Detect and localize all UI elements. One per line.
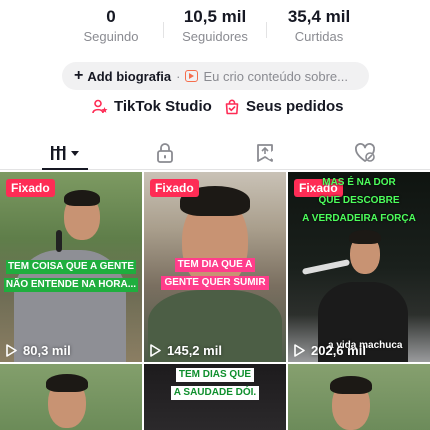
tab-reposts[interactable] [240,140,290,166]
pinned-badge: Fixado [150,179,199,197]
person-figure [0,364,142,430]
profile-stats: 0 Seguindo 10,5 mil Seguidores 35,4 mil … [0,6,430,50]
likes-stat[interactable]: 35,4 mil Curtidas [264,6,374,46]
tab-videos[interactable] [40,140,90,166]
followers-stat[interactable]: 10,5 mil Seguidores [160,6,270,46]
following-label: Seguindo [83,29,139,44]
video-caption-line: A SAUDADE DÓI. [170,386,260,400]
pinned-badge: Fixado [6,179,55,197]
video-caption-line: TEM DIAS QUE [175,368,255,382]
repost-icon [257,144,276,162]
view-count-value: 80,3 mil [23,343,71,358]
video-thumbnail[interactable]: Fixado TEM COISA QUE A GENTE NÃO ENTENDE… [0,172,142,362]
video-caption-line: GENTE QUER SUMIR [161,276,269,290]
shopping-bag-icon [225,99,239,114]
orders-label: Seus pedidos [246,98,344,115]
likes-count: 35,4 mil [287,7,351,26]
play-icon [294,344,305,357]
view-count: 145,2 mil [150,343,222,358]
play-icon [6,344,17,357]
video-caption-line: TEM DIA QUE A [174,258,256,272]
video-caption-line: QUE DESCOBRE [318,195,400,206]
view-count-value: 202,6 mil [311,343,366,358]
play-icon [150,344,161,357]
video-grid: Fixado TEM COISA QUE A GENTE NÃO ENTENDE… [0,172,430,430]
video-thumbnail[interactable]: Fixado MAS É NA DOR QUE DESCOBRE A VERDA… [288,172,430,362]
plus-icon: + [74,67,84,84]
video-thumbnail[interactable] [288,364,430,430]
bio-suggestion-text: Eu crio conteúdo sobre... [203,68,348,84]
creator-play-icon [185,70,199,82]
video-caption-line: TEM COISA QUE A GENTE [5,260,137,274]
view-count-value: 145,2 mil [167,343,222,358]
tiktok-studio-link[interactable]: TikTok Studio [92,98,212,115]
video-thumbnail[interactable]: Fixado TEM DIA QUE A GENTE QUER SUMIR 14… [144,172,286,362]
liked-heart-icon [355,143,375,162]
video-caption-line: NÃO ENTENDE NA HORA... [3,278,139,292]
video-caption-line: A VERDADEIRA FORÇA [302,213,416,224]
orders-link[interactable]: Seus pedidos [224,98,344,115]
bio-separator: · [176,68,181,84]
view-count: 80,3 mil [6,343,71,358]
add-bio-label: Add biografia [87,68,172,84]
studio-icon [92,99,108,113]
profile-links: TikTok Studio Seus pedidos [0,98,430,120]
likes-label: Curtidas [294,29,344,44]
following-count: 0 [106,7,116,26]
add-bio-button[interactable]: + Add biografia · Eu crio conteúdo sobre… [62,62,369,90]
followers-label: Seguidores [182,29,248,44]
tab-private[interactable] [140,140,190,166]
tiktok-studio-label: TikTok Studio [114,98,212,115]
view-count: 202,6 mil [294,343,366,358]
person-figure [288,364,430,430]
video-thumbnail[interactable] [0,364,142,430]
following-stat[interactable]: 0 Seguindo [56,6,166,46]
video-thumbnail[interactable]: TEM DIAS QUE A SAUDADE DÓI. [144,364,286,430]
active-tab-indicator [42,168,88,170]
video-caption-line: MAS É NA DOR [322,177,396,188]
tab-liked[interactable] [340,140,390,166]
profile-tabs [0,136,430,170]
followers-count: 10,5 mil [183,7,247,26]
grid-icon [51,146,79,160]
lock-icon [157,143,173,163]
